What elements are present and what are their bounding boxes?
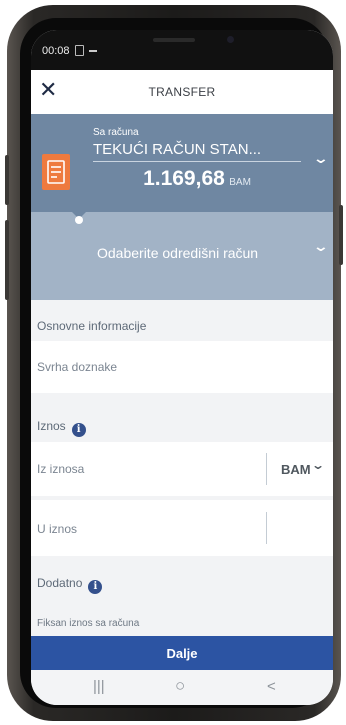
gallery-notification-icon bbox=[75, 45, 84, 56]
purpose-field[interactable]: Svrha doznake bbox=[31, 341, 333, 393]
balance-currency: BAM bbox=[229, 177, 251, 188]
app-header: ✕ TRANSFER bbox=[31, 70, 333, 114]
fixed-amount-label: Fiksan iznos sa računa bbox=[37, 618, 140, 629]
chevron-down-icon[interactable]: ⌄ bbox=[311, 458, 325, 472]
destination-placeholder: Odaberite odredišni račun bbox=[97, 245, 259, 261]
back-icon[interactable]: < bbox=[267, 678, 276, 695]
from-amount-placeholder: Iz iznosa bbox=[37, 462, 85, 476]
section-amount: Iznos i bbox=[37, 419, 86, 437]
phone-side-button bbox=[5, 220, 9, 300]
recents-icon[interactable]: ||| bbox=[93, 678, 105, 695]
to-amount-placeholder: U iznos bbox=[37, 522, 78, 536]
chevron-down-icon[interactable]: ⌄ bbox=[313, 238, 329, 255]
purpose-placeholder: Svrha doznake bbox=[37, 360, 118, 374]
currency-select[interactable]: BAM bbox=[281, 462, 311, 477]
balance-value: 1.169,68 bbox=[143, 167, 225, 190]
next-button-label: Dalje bbox=[166, 646, 198, 661]
app-screen: 00:08 ✕ TRANSFER Sa računa TEKUĆI RAČUN … bbox=[31, 30, 333, 705]
phone-side-button bbox=[339, 205, 343, 265]
source-account-label: Sa računa bbox=[93, 127, 139, 138]
pointer-dot bbox=[75, 216, 83, 224]
phone-side-button bbox=[5, 155, 9, 205]
info-icon[interactable]: i bbox=[71, 423, 86, 437]
source-account-card[interactable]: Sa računa TEKUĆI RAČUN STAN... 1.169,68 … bbox=[31, 114, 333, 212]
divider bbox=[266, 512, 267, 544]
system-nav-bar: ||| ○ < bbox=[31, 670, 333, 705]
status-time: 00:08 bbox=[42, 45, 70, 57]
from-amount-field[interactable]: Iz iznosa BAM ⌄ bbox=[31, 442, 333, 496]
destination-account-selector[interactable]: Odaberite odredišni račun ⌄ bbox=[31, 211, 333, 300]
section-amount-label: Iznos bbox=[37, 419, 66, 433]
info-icon[interactable]: i bbox=[88, 580, 103, 594]
account-balance: 1.169,68 BAM bbox=[93, 167, 301, 191]
next-button[interactable]: Dalje bbox=[31, 636, 333, 670]
chevron-down-icon[interactable]: ⌄ bbox=[313, 150, 329, 167]
home-icon[interactable]: ○ bbox=[175, 676, 185, 696]
earpiece-speaker bbox=[153, 38, 195, 42]
source-account-name: TEKUĆI RAČUN STAN... bbox=[93, 141, 262, 158]
front-camera bbox=[227, 36, 234, 43]
status-bar: 00:08 bbox=[31, 30, 333, 70]
notification-icon bbox=[89, 50, 97, 52]
section-basic-info: Osnovne informacije bbox=[37, 319, 147, 333]
divider bbox=[93, 161, 301, 162]
phone-frame: 00:08 ✕ TRANSFER Sa računa TEKUĆI RAČUN … bbox=[5, 5, 343, 721]
page-title: TRANSFER bbox=[148, 85, 216, 99]
section-additional-label: Dodatno bbox=[37, 576, 83, 590]
section-additional: Dodatno i bbox=[37, 576, 103, 594]
divider bbox=[266, 453, 267, 485]
document-icon bbox=[42, 154, 70, 190]
to-amount-field[interactable]: U iznos bbox=[31, 500, 333, 556]
